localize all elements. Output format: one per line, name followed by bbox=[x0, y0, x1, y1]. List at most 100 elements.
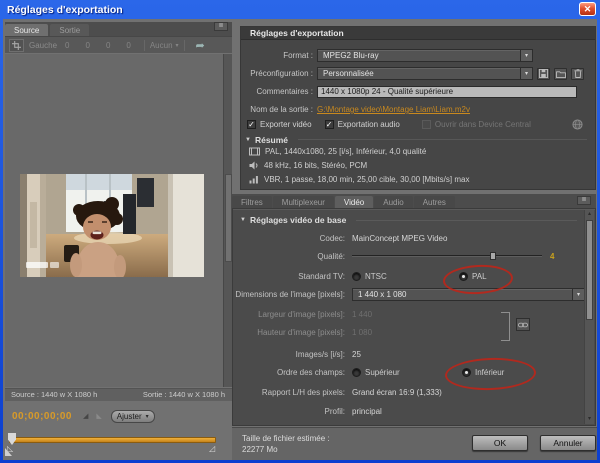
close-icon[interactable]: ✕ bbox=[579, 2, 596, 16]
crop-value-right: 0 bbox=[106, 41, 110, 50]
tab-multiplexeur[interactable]: Multiplexeur bbox=[273, 196, 334, 208]
output-path-link[interactable]: G:\Montage video\Montage Liam\Liam.m2v bbox=[317, 105, 470, 114]
quality-value: 4 bbox=[550, 252, 554, 261]
titlebar[interactable]: Réglages d'exportation ✕ bbox=[0, 0, 600, 19]
slider-handle[interactable] bbox=[490, 252, 496, 260]
chevron-down-icon: ▾ bbox=[572, 289, 584, 300]
out-point-icon[interactable]: ◣ bbox=[96, 412, 101, 420]
settings-panel: Réglages d'exportation Format : MPEG2 Bl… bbox=[232, 19, 597, 460]
preset-value: Personnalisée bbox=[323, 69, 374, 78]
file-size-label: Taille de fichier estimée : bbox=[242, 433, 330, 444]
inferieur-annotation-circle bbox=[444, 356, 536, 391]
pixel-aspect-row: Rapport L/H des pixels: Grand écran 16:9… bbox=[239, 385, 442, 399]
export-video-label[interactable]: Exporter vidéo bbox=[260, 120, 312, 129]
format-label: Format : bbox=[245, 51, 313, 60]
cancel-button[interactable]: Annuler bbox=[540, 435, 596, 451]
video-summary-icon bbox=[249, 147, 260, 156]
settings-scrollbar[interactable]: ▴ ▾ bbox=[584, 210, 594, 424]
zoom-handle[interactable] bbox=[5, 448, 12, 456]
crop-left-label: Gauche bbox=[29, 41, 57, 50]
height-value: 1 080 bbox=[352, 328, 372, 337]
export-video-checkbox[interactable]: ✓ bbox=[247, 120, 256, 129]
settings-panel-menu-icon[interactable]: ≣ bbox=[577, 196, 591, 205]
tab-autres[interactable]: Autres bbox=[414, 196, 455, 208]
crop-toolbar: Gauche 0 0 0 0 Aucun ▾ ➦ bbox=[5, 36, 232, 53]
scroll-down-icon[interactable]: ▾ bbox=[585, 415, 594, 424]
timeline-bar[interactable] bbox=[9, 437, 216, 443]
format-dropdown[interactable]: MPEG2 Blu-ray ▾ bbox=[317, 49, 533, 62]
device-central-label: Ouvrir dans Device Central bbox=[435, 120, 531, 129]
preview-panel-menu-icon[interactable]: ≣ bbox=[214, 22, 228, 31]
upper-field-radio[interactable] bbox=[352, 368, 361, 377]
fit-label: Ajuster bbox=[117, 412, 142, 421]
upper-field-radio-group: Supérieur bbox=[352, 368, 400, 377]
divider bbox=[298, 139, 587, 140]
crop-proportions-value: Aucun bbox=[150, 41, 173, 50]
basic-video-settings-header: Réglages vidéo de base bbox=[250, 215, 346, 225]
device-central-checkbox bbox=[422, 120, 431, 129]
summary-audio-text: 48 kHz, 16 bits, Stéréo, PCM bbox=[264, 161, 367, 170]
delete-preset-trash-icon[interactable] bbox=[571, 68, 584, 80]
range-end-handle[interactable]: ◿ bbox=[209, 444, 215, 453]
collapse-triangle-icon[interactable]: ▼ bbox=[245, 137, 251, 143]
tv-standard-label: Standard TV: bbox=[239, 272, 345, 281]
timecode[interactable]: 00;00;00;00 bbox=[12, 411, 72, 422]
divider bbox=[356, 220, 577, 221]
crop-icon[interactable] bbox=[9, 39, 24, 52]
chevron-down-icon: ▾ bbox=[146, 413, 149, 420]
preview-scrollbar[interactable] bbox=[223, 54, 232, 387]
trash-glyph bbox=[574, 69, 582, 78]
collapse-triangle-icon[interactable]: ▼ bbox=[240, 217, 246, 223]
tab-video[interactable]: Vidéo bbox=[335, 196, 373, 208]
export-settings-dialog: Réglages d'exportation ✕ Source Sortie ≣… bbox=[0, 0, 600, 463]
dark-object-silhouette bbox=[137, 178, 154, 207]
framerate-value: 25 bbox=[352, 350, 361, 359]
tab-filtres[interactable]: Filtres bbox=[232, 196, 272, 208]
basic-video-settings-header-row: ▼ Réglages vidéo de base bbox=[240, 215, 577, 225]
dialog-footer: Taille de fichier estimée : 22277 Mo OK … bbox=[232, 427, 597, 460]
export-audio-label[interactable]: Exportation audio bbox=[338, 120, 400, 129]
preview-scrollbar-handle[interactable] bbox=[225, 174, 232, 262]
preset-dropdown[interactable]: Personnalisée ▾ bbox=[317, 67, 533, 80]
comments-input[interactable] bbox=[317, 86, 577, 98]
profile-row: Profil: principal bbox=[239, 404, 382, 418]
bitrate-chart-icon bbox=[249, 175, 259, 184]
toolbar-separator bbox=[144, 40, 145, 51]
output-name-label: Nom de la sortie : bbox=[245, 105, 313, 114]
export-settings-section: Réglages d'exportation Format : MPEG2 Bl… bbox=[240, 26, 596, 190]
upper-field-label[interactable]: Supérieur bbox=[365, 368, 400, 377]
tab-source[interactable]: Source bbox=[5, 24, 48, 36]
framerate-label: Images/s [i/s]: bbox=[239, 350, 345, 359]
dimensions-label: Dimensions de l'image [pixels]: bbox=[239, 290, 345, 299]
dimension-link-bracket bbox=[501, 312, 510, 341]
tab-sortie[interactable]: Sortie bbox=[50, 24, 89, 36]
ntsc-radio-group: NTSC bbox=[352, 272, 387, 281]
field-order-row: Ordre des champs: Supérieur Inférieur bbox=[239, 365, 600, 379]
in-point-icon[interactable]: ◢ bbox=[83, 412, 88, 420]
settings-scrollbar-handle[interactable] bbox=[586, 220, 593, 320]
summary-bitrate-row: VBR, 1 passe, 18,00 min, 25,00 cible, 30… bbox=[249, 173, 587, 186]
height-label: Hauteur d'image [pixels]: bbox=[239, 328, 345, 337]
format-value: MPEG2 Blu-ray bbox=[323, 51, 379, 60]
dialog-content: Source Sortie ≣ Gauche 0 0 0 0 Aucun ▾ bbox=[3, 19, 597, 460]
send-to-queue-arrow-icon[interactable]: ➦ bbox=[196, 39, 205, 52]
chair-silhouette bbox=[123, 194, 136, 234]
preview-panel: Source Sortie ≣ Gauche 0 0 0 0 Aucun ▾ bbox=[3, 19, 232, 460]
camcorder-timestamp-overlay bbox=[26, 262, 48, 268]
quality-slider[interactable] bbox=[352, 249, 542, 263]
ok-button[interactable]: OK bbox=[472, 435, 528, 451]
tab-audio[interactable]: Audio bbox=[374, 196, 412, 208]
import-preset-folder-icon[interactable] bbox=[554, 68, 567, 80]
quality-label: Qualité: bbox=[239, 252, 345, 261]
fit-dropdown[interactable]: Ajuster ▾ bbox=[111, 410, 155, 423]
summary-header: Résumé bbox=[255, 135, 288, 145]
export-audio-checkbox[interactable]: ✓ bbox=[325, 120, 334, 129]
summary-video-text: PAL, 1440x1080, 25 [i/s], Inférieur, 4,0… bbox=[265, 147, 426, 156]
width-label: Largeur d'image [pixels]: bbox=[239, 310, 345, 319]
height-row: Hauteur d'image [pixels]: 1 080 bbox=[239, 325, 372, 339]
save-preset-icon[interactable] bbox=[537, 68, 550, 80]
scroll-up-icon[interactable]: ▴ bbox=[585, 210, 594, 219]
ntsc-label[interactable]: NTSC bbox=[365, 272, 387, 281]
link-dimensions-chain-icon[interactable] bbox=[516, 318, 530, 331]
ntsc-radio[interactable] bbox=[352, 272, 361, 281]
